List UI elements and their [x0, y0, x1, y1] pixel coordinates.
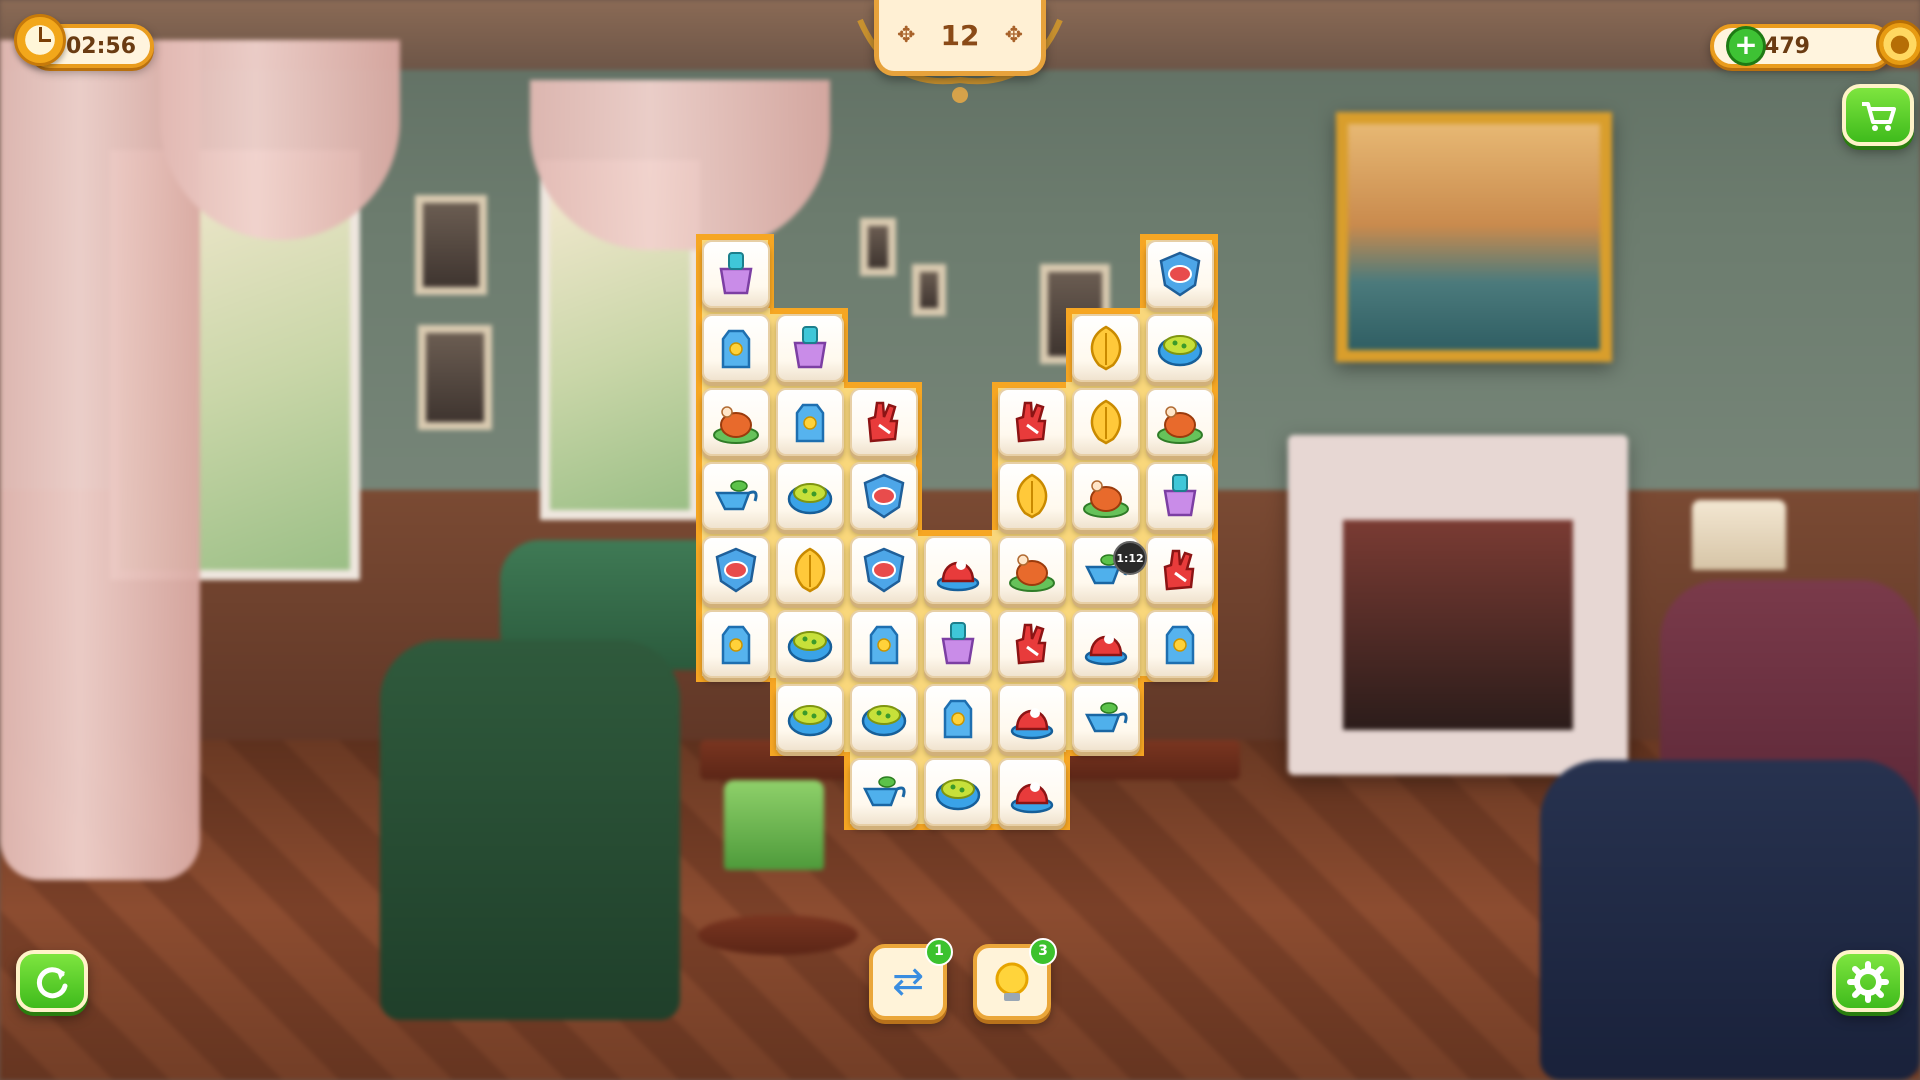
tile-leaf[interactable]	[998, 462, 1066, 530]
milk-icon	[795, 403, 825, 443]
tile-milk[interactable]	[776, 388, 844, 456]
bucket-icon	[1163, 474, 1197, 517]
foam-hand-icon	[1015, 623, 1047, 665]
gravy-icon	[862, 776, 906, 807]
tile-milk[interactable]	[850, 610, 918, 678]
bucket-icon	[941, 622, 975, 665]
tile-bucket[interactable]	[702, 240, 770, 308]
bowl-icon	[1157, 335, 1203, 367]
hat-icon	[1084, 634, 1128, 666]
tile-leaf[interactable]	[776, 536, 844, 604]
leaf-icon	[1016, 473, 1048, 519]
tile-foam-hand[interactable]	[998, 610, 1066, 678]
tile-turkey[interactable]	[1072, 462, 1140, 530]
milk-icon	[1165, 625, 1195, 665]
milk-icon	[943, 699, 973, 739]
tile-foam-hand[interactable]	[998, 388, 1066, 456]
tile-milk[interactable]	[1146, 610, 1214, 678]
gravy-icon	[1084, 702, 1128, 733]
hat-icon	[936, 560, 980, 592]
hat-icon	[1010, 782, 1054, 814]
tile-shield[interactable]	[850, 536, 918, 604]
turkey-icon	[1157, 406, 1203, 444]
milk-icon	[869, 625, 899, 665]
tile-bowl[interactable]	[776, 684, 844, 752]
tile-bowl[interactable]	[776, 462, 844, 530]
tile-bowl[interactable]	[1146, 314, 1214, 382]
shield-icon	[715, 547, 757, 593]
bucket-icon	[793, 326, 827, 369]
shield-icon	[863, 547, 905, 593]
shield-icon	[863, 473, 905, 519]
gravy-icon	[714, 480, 758, 511]
bowl-icon	[787, 483, 833, 515]
tile-gravy[interactable]	[1072, 684, 1140, 752]
tile-hat[interactable]	[1072, 610, 1140, 678]
turkey-icon	[1083, 480, 1129, 518]
bucket-icon	[719, 252, 753, 295]
leaf-icon	[1090, 325, 1122, 371]
milk-icon	[721, 329, 751, 369]
tile-shield[interactable]	[702, 536, 770, 604]
foam-hand-icon	[1163, 549, 1195, 591]
tile-turkey[interactable]	[998, 536, 1066, 604]
tile-turkey[interactable]	[1146, 388, 1214, 456]
shield-icon	[1159, 251, 1201, 297]
tile-gravy[interactable]	[850, 758, 918, 826]
tile-bucket[interactable]	[776, 314, 844, 382]
turkey-icon	[713, 406, 759, 444]
tile-bucket[interactable]	[1146, 462, 1214, 530]
bowl-icon	[861, 705, 907, 737]
hat-icon	[1010, 708, 1054, 740]
foam-hand-icon	[867, 401, 899, 443]
tile-gravy[interactable]	[702, 462, 770, 530]
bomb-timer: 1:12	[1113, 541, 1147, 575]
tile-bowl[interactable]	[924, 758, 992, 826]
tile-shield[interactable]	[850, 462, 918, 530]
tile-milk[interactable]	[702, 314, 770, 382]
leaf-icon	[1090, 399, 1122, 445]
tile-bowl[interactable]	[776, 610, 844, 678]
tile-shield[interactable]	[1146, 240, 1214, 308]
turkey-icon	[1009, 554, 1055, 592]
tile-milk[interactable]	[924, 684, 992, 752]
bowl-icon	[787, 631, 833, 663]
milk-icon	[721, 625, 751, 665]
tile-leaf[interactable]	[1072, 388, 1140, 456]
tile-board	[0, 0, 1920, 1080]
tile-hat[interactable]	[998, 758, 1066, 826]
bowl-icon	[787, 705, 833, 737]
tile-bowl[interactable]	[850, 684, 918, 752]
bowl-icon	[935, 779, 981, 811]
leaf-icon	[794, 547, 826, 593]
tile-foam-hand[interactable]	[1146, 536, 1214, 604]
tile-leaf[interactable]	[1072, 314, 1140, 382]
foam-hand-icon	[1015, 401, 1047, 443]
tile-hat[interactable]	[924, 536, 992, 604]
tile-hat[interactable]	[998, 684, 1066, 752]
tile-bucket[interactable]	[924, 610, 992, 678]
tile-milk[interactable]	[702, 610, 770, 678]
tile-turkey[interactable]	[702, 388, 770, 456]
tile-foam-hand[interactable]	[850, 388, 918, 456]
